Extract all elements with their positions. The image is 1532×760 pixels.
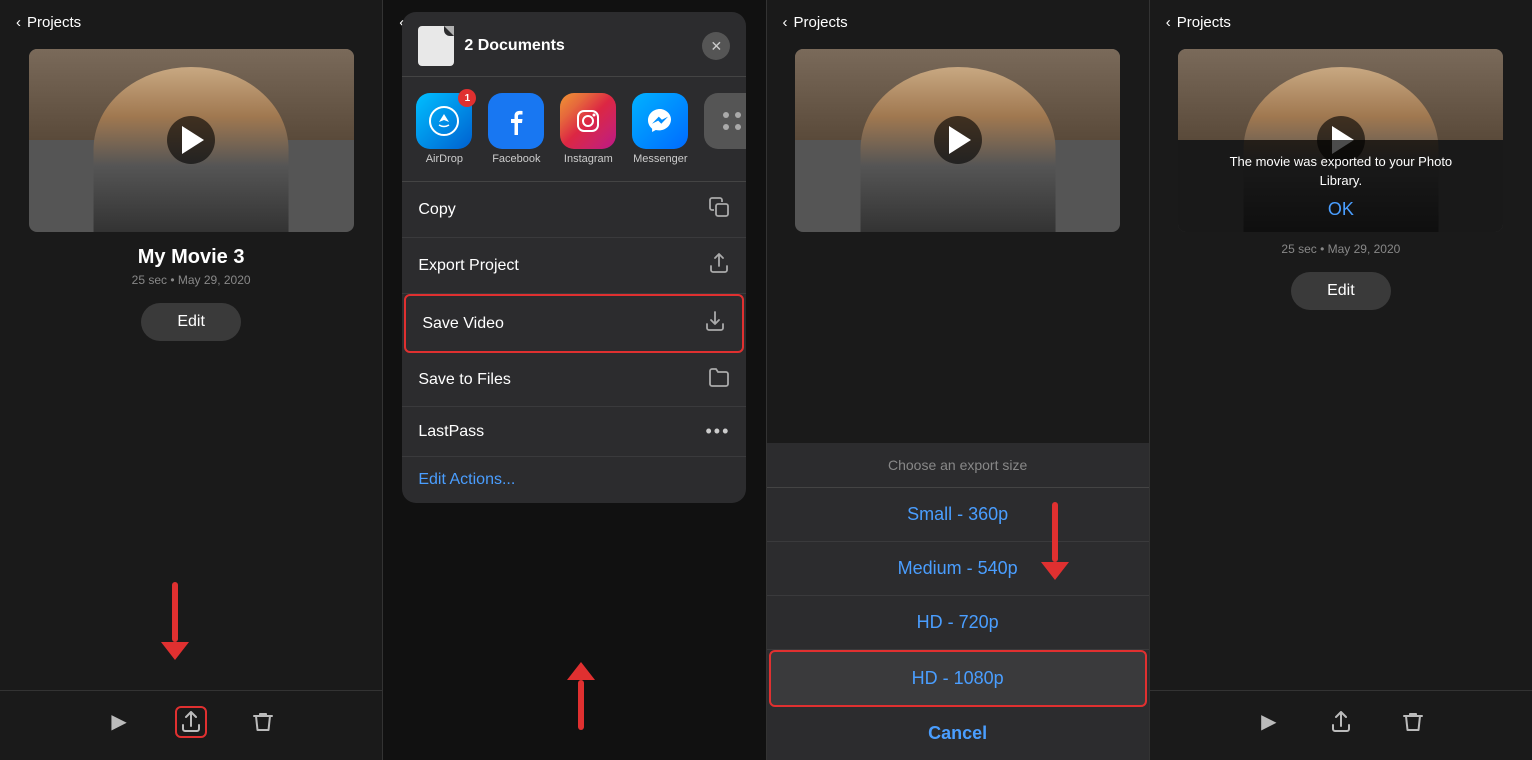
app-icons-row: 1 AirDrop Facebook	[402, 77, 746, 181]
panel-3: ‹ Projects Choose an export size Small -…	[767, 0, 1150, 760]
cancel-button-3[interactable]: Cancel	[767, 707, 1149, 760]
app-item-instagram[interactable]: Instagram	[560, 93, 616, 165]
close-button[interactable]: ✕	[702, 32, 730, 60]
exported-message: The movie was exported to your Photo Lib…	[1190, 152, 1491, 191]
chevron-left-icon-4: ‹	[1166, 14, 1171, 31]
facebook-label: Facebook	[492, 153, 540, 165]
app-item-facebook[interactable]: Facebook	[488, 93, 544, 165]
ok-button[interactable]: OK	[1190, 199, 1491, 220]
edit-button-1[interactable]: Edit	[141, 303, 241, 341]
airdrop-icon: 1	[416, 93, 472, 149]
export-project-icon	[708, 252, 730, 279]
share-item-lastpass[interactable]: LastPass •••	[402, 407, 746, 457]
app-item-airdrop[interactable]: 1 AirDrop	[416, 93, 472, 165]
play-overlay-1[interactable]	[167, 116, 215, 164]
movie-meta-1: 25 sec • May 29, 2020	[132, 273, 251, 287]
export-header: Choose an export size	[767, 443, 1149, 488]
back-nav-4[interactable]: ‹ Projects	[1150, 0, 1532, 39]
dots-icon: •••	[705, 421, 730, 442]
panel-4: ‹ Projects The movie was exported to you…	[1150, 0, 1532, 760]
save-video-icon	[704, 310, 726, 337]
copy-label: Copy	[418, 201, 455, 219]
back-label-1[interactable]: Projects	[27, 14, 81, 31]
share-header: 2 Documents ✕	[402, 12, 746, 77]
edit-button-4[interactable]: Edit	[1291, 272, 1391, 310]
doc-icon	[418, 26, 454, 66]
bottom-toolbar-1: ▶	[0, 690, 382, 760]
back-label-4[interactable]: Projects	[1177, 14, 1231, 31]
instagram-label: Instagram	[564, 153, 613, 165]
edit-actions-label[interactable]: Edit Actions...	[418, 471, 515, 488]
app-item-more[interactable]	[704, 93, 746, 165]
share-sheet: 2 Documents ✕ 1 AirDrop	[402, 12, 746, 503]
save-video-label: Save Video	[422, 315, 504, 333]
messenger-label: Messenger	[633, 153, 687, 165]
arrow-down-1	[161, 582, 189, 660]
size-option-1080p[interactable]: HD - 1080p	[769, 650, 1147, 707]
back-nav-3[interactable]: ‹ Projects	[767, 0, 1149, 39]
share-icon-1[interactable]	[175, 706, 207, 738]
export-size-section: Choose an export size Small - 360p Mediu…	[767, 443, 1149, 760]
edit-actions[interactable]: Edit Actions...	[402, 457, 746, 503]
share-icon-4[interactable]	[1325, 706, 1357, 738]
play-triangle-3	[949, 126, 971, 154]
movie-title-1: My Movie 3	[138, 246, 245, 269]
share-item-save-files[interactable]: Save to Files	[402, 353, 746, 407]
play-icon-4[interactable]: ▶	[1253, 706, 1285, 738]
trash-icon-1[interactable]	[247, 706, 279, 738]
bottom-toolbar-4: ▶	[1150, 690, 1532, 760]
more-apps-icon	[704, 93, 746, 149]
share-item-export-project[interactable]: Export Project	[402, 238, 746, 294]
save-files-icon	[708, 367, 730, 392]
arrow-up-2	[567, 662, 595, 730]
app-item-messenger[interactable]: Messenger	[632, 93, 688, 165]
panel-2: ‹ Projects 2 Documents ✕ 1	[383, 0, 766, 760]
copy-icon	[708, 196, 730, 223]
lastpass-label: LastPass	[418, 423, 484, 441]
share-title: 2 Documents	[464, 37, 564, 55]
video-thumbnail-3[interactable]	[795, 49, 1120, 232]
airdrop-label: AirDrop	[426, 153, 463, 165]
instagram-icon	[560, 93, 616, 149]
share-header-left: 2 Documents	[418, 26, 564, 66]
share-menu: Copy Export Project Save	[402, 181, 746, 457]
size-option-720p[interactable]: HD - 720p	[767, 596, 1149, 650]
messenger-icon	[632, 93, 688, 149]
save-files-label: Save to Files	[418, 371, 510, 389]
trash-icon-4[interactable]	[1397, 706, 1429, 738]
size-option-540p[interactable]: Medium - 540p	[767, 542, 1149, 596]
arrow-down-3	[1041, 502, 1069, 580]
panel-1: ‹ Projects My Movie 3 25 sec • May 29, 2…	[0, 0, 383, 760]
chevron-left-icon-1: ‹	[16, 14, 21, 31]
facebook-icon	[488, 93, 544, 149]
play-icon-1[interactable]: ▶	[103, 706, 135, 738]
play-triangle-1	[182, 126, 204, 154]
play-overlay-3[interactable]	[934, 116, 982, 164]
video-thumbnail-4[interactable]: The movie was exported to your Photo Lib…	[1178, 49, 1503, 232]
video-thumbnail-1[interactable]	[29, 49, 354, 232]
back-nav-1[interactable]: ‹ Projects	[0, 0, 382, 39]
export-project-label: Export Project	[418, 257, 518, 275]
back-label-3[interactable]: Projects	[794, 14, 848, 31]
share-item-copy[interactable]: Copy	[402, 182, 746, 238]
airdrop-badge: 1	[458, 89, 476, 107]
chevron-left-icon-3: ‹	[783, 14, 788, 31]
share-item-save-video[interactable]: Save Video	[404, 294, 744, 353]
movie-meta-4: 25 sec • May 29, 2020	[1281, 242, 1400, 256]
size-option-360p[interactable]: Small - 360p	[767, 488, 1149, 542]
